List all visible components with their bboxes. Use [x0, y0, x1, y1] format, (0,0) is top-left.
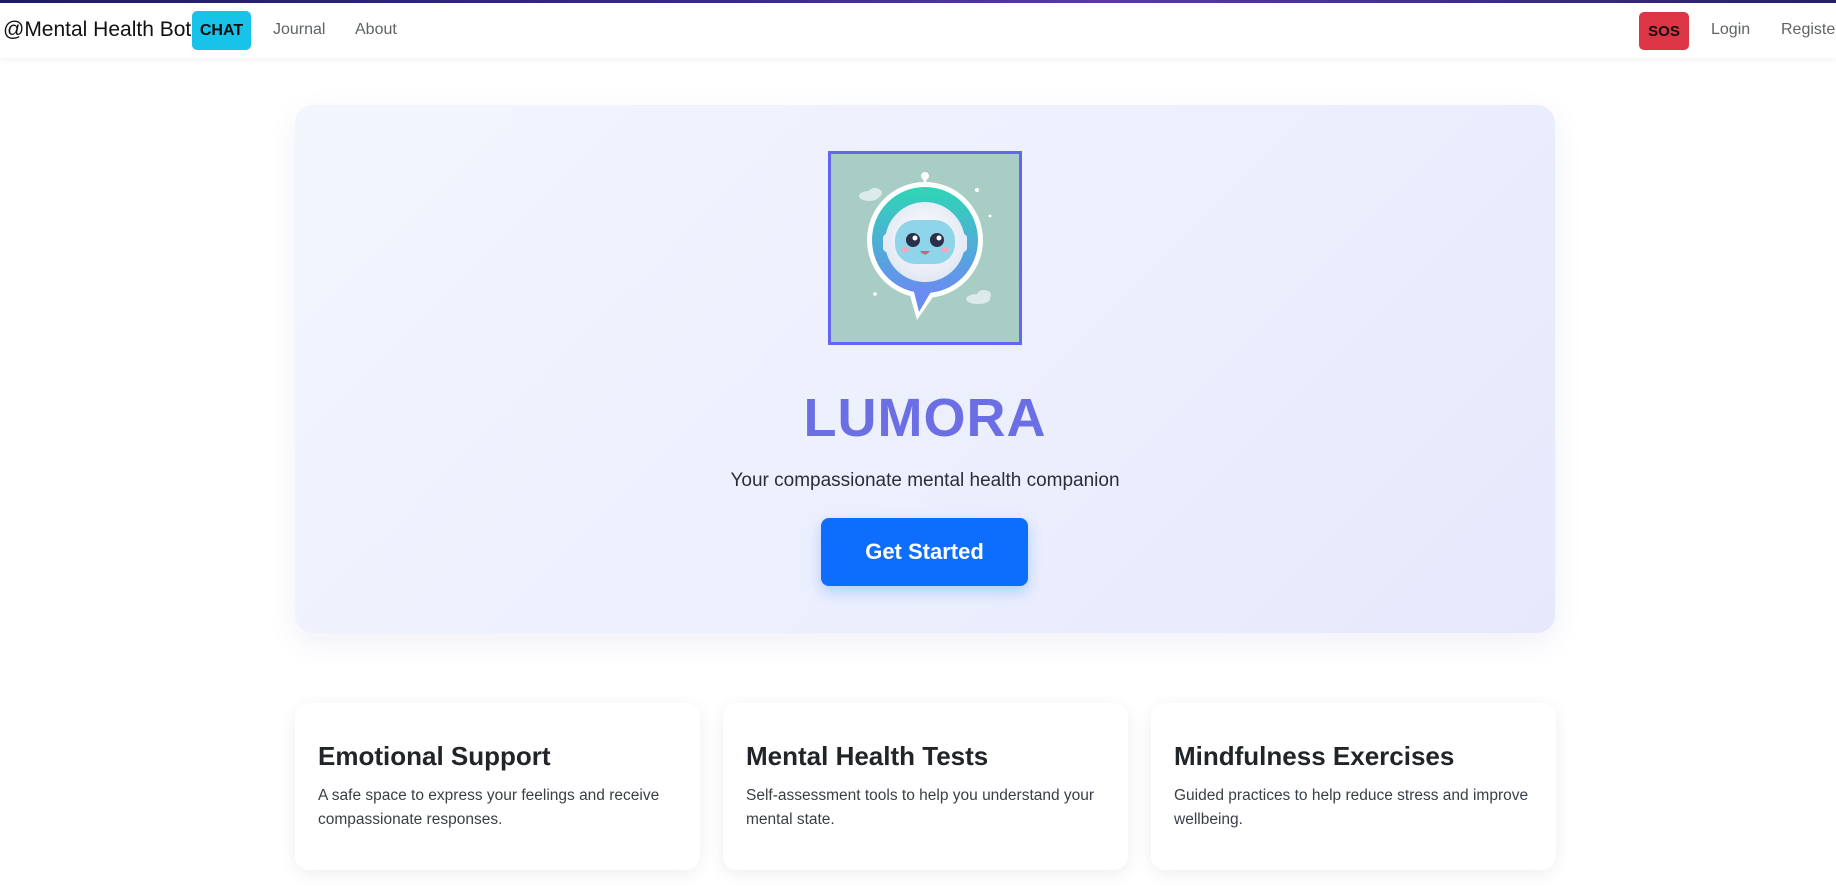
- nav-about-link[interactable]: About: [355, 21, 397, 39]
- sos-button[interactable]: SOS: [1639, 12, 1689, 50]
- card-text: Guided practices to help reduce stress a…: [1174, 787, 1529, 828]
- feature-card-mental-health-tests: Mental Health Tests Self-assessment tool…: [723, 703, 1128, 870]
- robot-mascot-icon: [859, 172, 992, 320]
- navbar: @Mental Health Bot CHAT Journal About SO…: [0, 3, 1836, 58]
- card-title: Mindfulness Exercises: [1174, 741, 1455, 771]
- nav-login-link[interactable]: Login: [1711, 21, 1750, 39]
- card-title: Emotional Support: [318, 741, 551, 771]
- nav-register-link[interactable]: Registe: [1781, 21, 1835, 39]
- nav-chat-button[interactable]: CHAT: [192, 11, 251, 50]
- feature-card-emotional-support: Emotional Support A safe space to expres…: [295, 703, 700, 870]
- nav-journal-link[interactable]: Journal: [273, 21, 325, 39]
- get-started-button[interactable]: Get Started: [821, 518, 1028, 586]
- mascot-image-frame: [828, 151, 1022, 345]
- hero-subtitle: Your compassionate mental health compani…: [730, 470, 1120, 491]
- feature-card-mindfulness-exercises: Mindfulness Exercises Guided practices t…: [1151, 703, 1556, 870]
- hero-title: LUMORA: [803, 388, 1047, 448]
- brand-link[interactable]: @Mental Health Bot: [3, 18, 191, 42]
- card-text: Self-assessment tools to help you unders…: [746, 787, 1095, 828]
- card-title: Mental Health Tests: [746, 741, 989, 771]
- card-text: A safe space to express your feelings an…: [318, 787, 660, 828]
